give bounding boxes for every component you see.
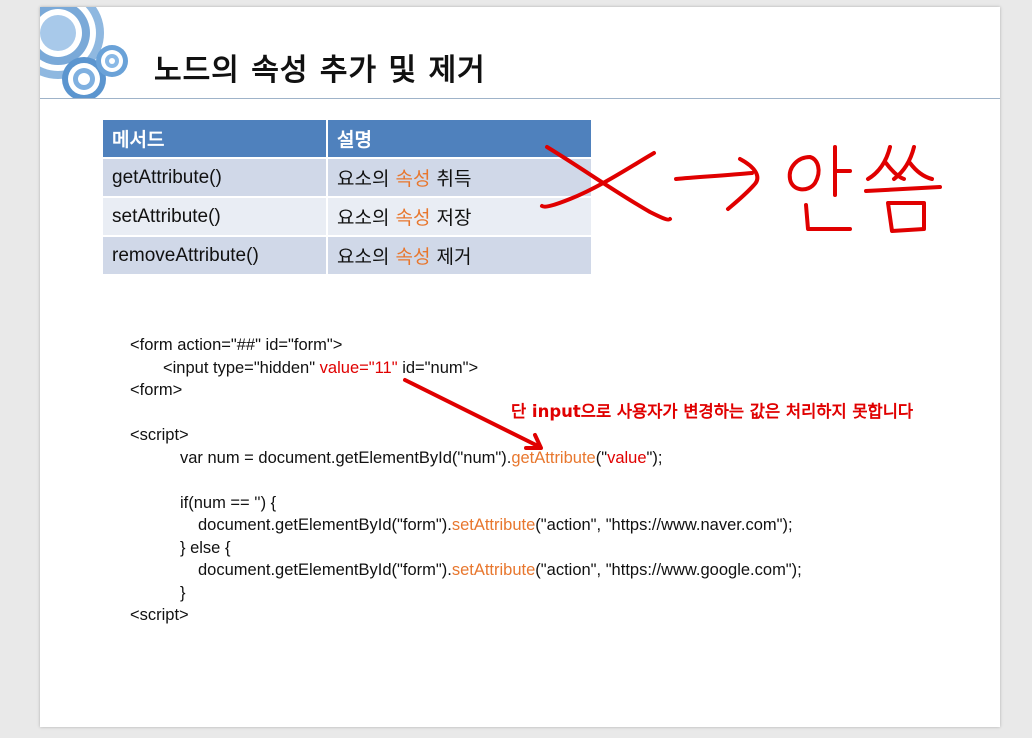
desc-text: 요소의 [337, 207, 396, 229]
table-row: removeAttribute() 요소의 속성 제거 [103, 235, 593, 274]
code-highlight-red: value="11" [319, 358, 398, 377]
handwritten-text-icon [787, 155, 821, 192]
code-text: document.getElementById("form"). [198, 516, 452, 534]
desc-text: 저장 [430, 207, 472, 229]
code-line: <form action="##" id="form"> [130, 336, 343, 354]
code-text: var num = document.getElementById("num")… [180, 448, 512, 467]
code-highlight-orange: getAttribute [511, 448, 596, 467]
desc-text: 취득 [430, 168, 472, 190]
method-cell: setAttribute() [103, 196, 328, 236]
handwritten-arrow-icon [674, 171, 754, 181]
code-line: document.getElementById("form").setAttri… [130, 559, 802, 582]
code-text: ("action", "https://www.google.com"); [535, 561, 802, 579]
code-text: id="num"> [397, 358, 479, 377]
header-method: 메서드 [103, 120, 328, 158]
code-highlight-orange: setAttribute [451, 516, 536, 534]
table-row: getAttribute() 요소의 속성 취득 [103, 157, 593, 197]
slide: 노드의 속성 추가 및 제거 메서드 설명 getAttribute() 요소의… [40, 7, 1000, 727]
code-line: var num = document.getElementById("num")… [130, 447, 802, 470]
description-cell: 요소의 속성 저장 [327, 196, 593, 236]
method-cell: getAttribute() [103, 157, 328, 197]
title-divider [40, 98, 1000, 99]
code-text: "); [646, 448, 663, 467]
desc-text: 제거 [430, 246, 472, 268]
slide-title: 노드의 속성 추가 및 제거 [154, 53, 486, 88]
code-text: (" [595, 448, 608, 467]
table-row: setAttribute() 요소의 속성 저장 [103, 196, 593, 236]
code-line: if(num == '') { [180, 493, 277, 512]
table-header-row: 메서드 설명 [103, 120, 593, 158]
code-line: } [180, 583, 186, 602]
code-line: document.getElementById("form").setAttri… [130, 514, 802, 537]
methods-table: 메서드 설명 getAttribute() 요소의 속성 취득 setAttri… [103, 120, 593, 274]
description-cell: 요소의 속성 취득 [327, 157, 593, 197]
code-line: <input type="hidden" value="11" id="num"… [130, 357, 802, 380]
code-highlight-orange: setAttribute [451, 561, 536, 579]
desc-accent: 속성 [395, 246, 431, 268]
code-line: } else { [180, 538, 231, 557]
code-block: <form action="##" id="form"> <input type… [130, 334, 802, 627]
desc-accent: 속성 [395, 168, 431, 190]
code-text: document.getElementById("form"). [198, 561, 452, 579]
desc-accent: 속성 [395, 207, 431, 229]
description-cell: 요소의 속성 제거 [327, 235, 593, 274]
code-text: ("action", "https://www.naver.com"); [535, 516, 793, 534]
annotation-note: 단 input으로 사용자가 변경하는 값은 처리하지 못합니다 [511, 402, 914, 421]
code-line: <script> [130, 606, 189, 624]
desc-text: 요소의 [337, 168, 396, 190]
header-description: 설명 [327, 120, 593, 158]
circles-logo-icon [40, 7, 128, 99]
method-cell: removeAttribute() [103, 235, 328, 274]
code-text: <input type="hidden" [163, 358, 320, 377]
desc-text: 요소의 [337, 246, 396, 268]
code-line: <script> [130, 426, 189, 444]
code-highlight-red: value [607, 448, 647, 467]
